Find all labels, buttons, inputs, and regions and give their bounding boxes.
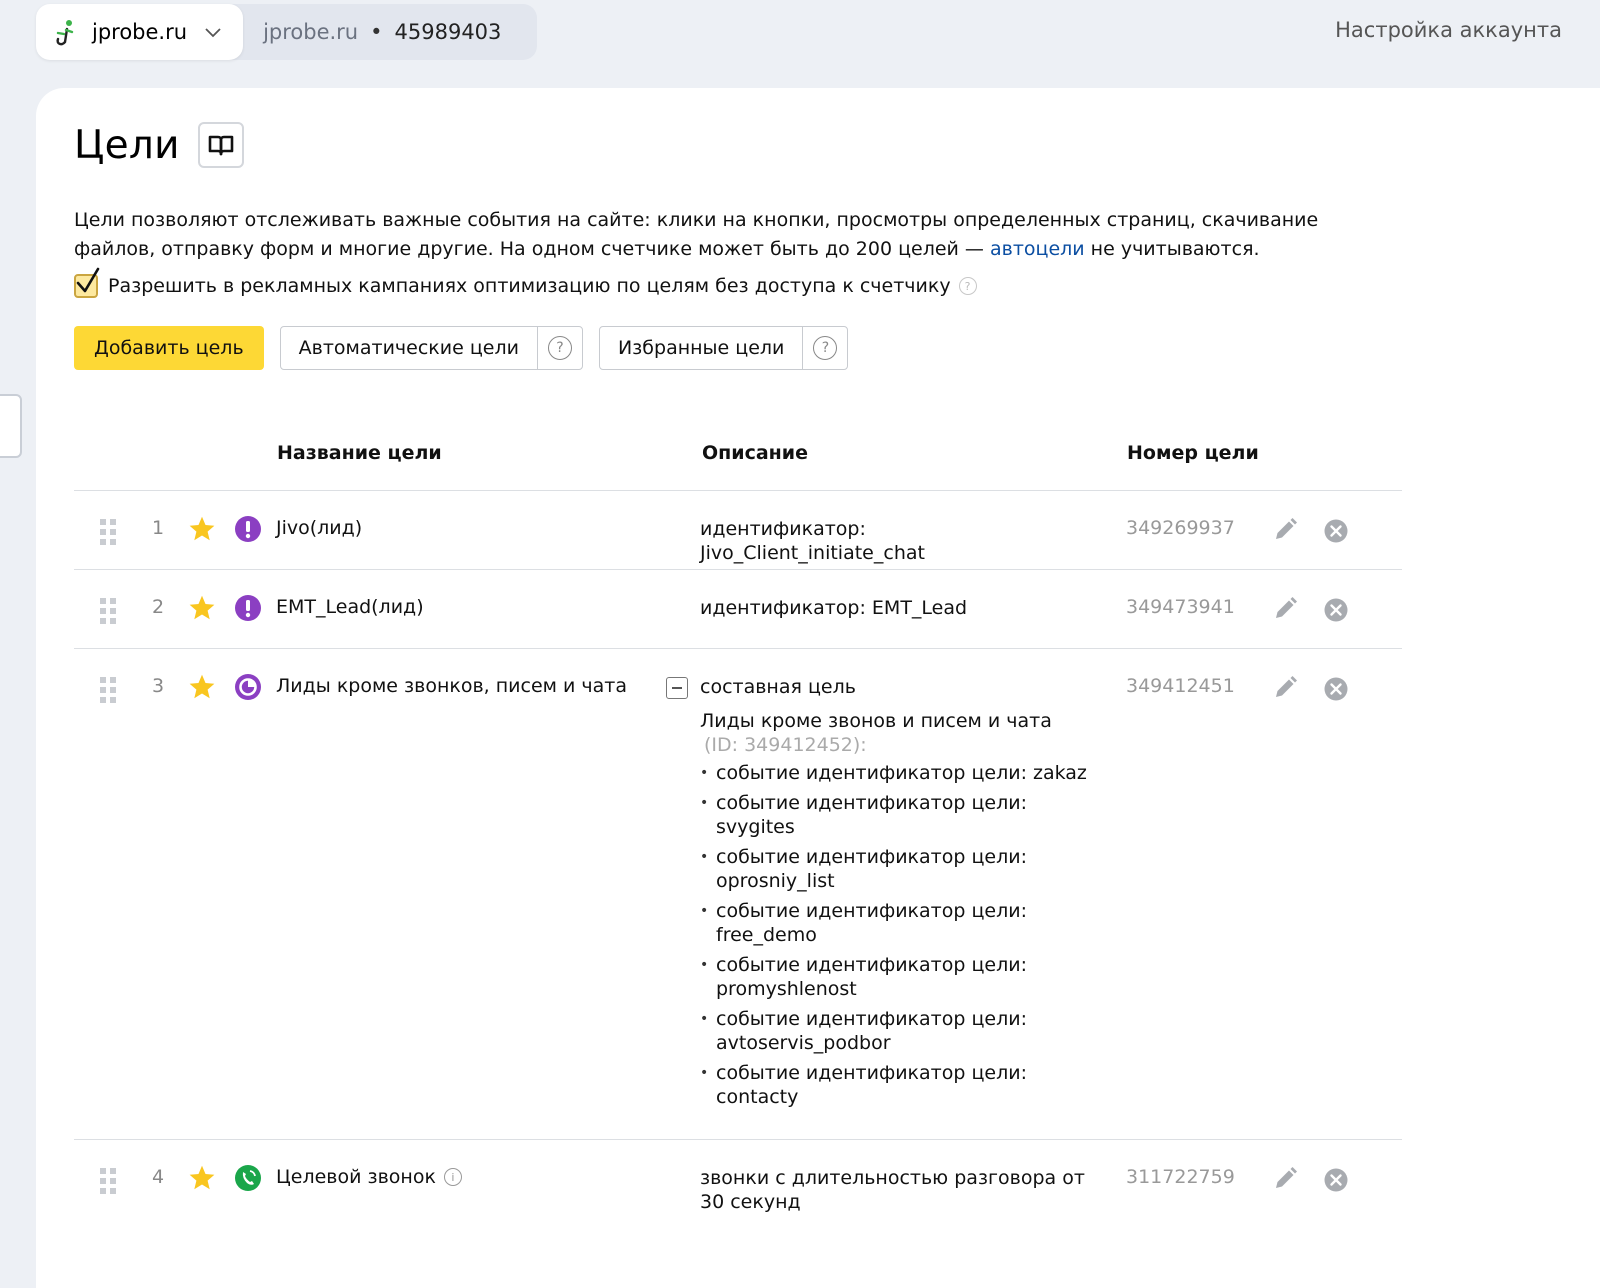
allow-optimization-row: Разрешить в рекламных кампаниях оптимиза…	[74, 267, 977, 298]
column-header-number: Номер цели	[1127, 442, 1259, 464]
goal-name: Лиды кроме звонков, писем и чата	[276, 675, 628, 697]
goal-description: идентификатор: EMT_Lead	[700, 597, 968, 619]
goal-name-wrapper: Целевой звонок i	[276, 1166, 462, 1188]
list-item: событие идентификатор цели: oprosniy_lis…	[700, 845, 1090, 893]
star-icon[interactable]	[188, 594, 216, 622]
goal-id: 349269937	[1126, 517, 1235, 539]
site-name: jprobe.ru	[92, 20, 188, 44]
star-icon[interactable]	[188, 1164, 216, 1192]
goal-number: 1	[152, 517, 165, 539]
list-item: событие идентификатор цели: svygites	[700, 791, 1090, 839]
composite-icon	[235, 674, 261, 700]
composite-step-id: (ID: 349412452):	[704, 734, 867, 756]
top-bar: jprobe.ru jprobe.ru • 45989403 Настройка…	[0, 0, 1600, 88]
composite-conditions: событие идентификатор цели: zakaz событи…	[700, 761, 1090, 1109]
goal-number: 4	[152, 1166, 165, 1188]
auto-goals-help-button[interactable]: ?	[536, 327, 582, 369]
add-goal-button[interactable]: Добавить цель	[74, 326, 264, 370]
auto-goals-button[interactable]: Автоматические цели	[281, 327, 537, 369]
delete-icon[interactable]	[1324, 677, 1348, 701]
pencil-icon[interactable]	[1272, 1166, 1298, 1192]
site-counter-switcher: jprobe.ru jprobe.ru • 45989403	[36, 4, 538, 60]
actions-row: Добавить цель Автоматические цели ? Избр…	[74, 326, 849, 370]
title-row: Цели	[74, 122, 244, 168]
side-panel-handle[interactable]	[0, 394, 22, 458]
goal-name: Jivo(лид)	[276, 517, 363, 539]
favorite-goals-group: Избранные цели ?	[598, 326, 849, 370]
pencil-icon[interactable]	[1272, 596, 1298, 622]
allow-optimization-checkbox[interactable]	[74, 267, 100, 298]
goal-description: идентификатор: Jivo_Client_initiate_chat	[700, 518, 925, 564]
delete-icon[interactable]	[1324, 519, 1348, 543]
auto-goals-group: Автоматические цели ?	[279, 326, 583, 370]
checkmark-icon	[76, 267, 100, 293]
drag-handle-icon[interactable]	[100, 519, 118, 545]
pencil-icon[interactable]	[1272, 675, 1298, 701]
goal-name: EMT_Lead(лид)	[276, 596, 424, 618]
list-item: событие идентификатор цели: contacty	[700, 1061, 1090, 1109]
counter-separator: •	[370, 20, 383, 44]
delete-icon[interactable]	[1324, 598, 1348, 622]
drag-handle-icon[interactable]	[100, 598, 118, 624]
counter-chip[interactable]: jprobe.ru • 45989403	[229, 4, 538, 60]
goal-number: 3	[152, 675, 165, 697]
intro-text-part-2: не учитываются.	[1084, 238, 1260, 260]
column-header-description: Описание	[702, 442, 809, 464]
collapse-toggle[interactable]	[666, 677, 688, 699]
minus-icon	[672, 687, 682, 689]
star-icon[interactable]	[188, 673, 216, 701]
site-selector[interactable]: jprobe.ru	[36, 4, 244, 60]
exclamation-icon	[235, 595, 261, 621]
star-icon[interactable]	[188, 515, 216, 543]
table-row: 2 EMT_Lead(лид) идентификатор: EMT_Lead …	[74, 570, 1402, 649]
goals-panel: Цели Цели позволяют отслеживать важные с…	[36, 88, 1600, 1288]
site-logo-icon	[56, 20, 74, 46]
drag-handle-icon[interactable]	[100, 1168, 118, 1194]
table-header: Название цели Описание Номер цели	[74, 426, 1402, 491]
question-icon: ?	[813, 336, 838, 360]
allow-optimization-label: Разрешить в рекламных кампаниях оптимиза…	[108, 275, 951, 297]
table-row: 4 Целевой звонок i звонки с длительность…	[74, 1140, 1402, 1240]
list-item: событие идентификатор цели: promyshlenos…	[700, 953, 1090, 1001]
column-header-name: Название цели	[277, 442, 442, 464]
counter-name: jprobe.ru	[263, 20, 359, 44]
goal-id: 349412451	[1126, 675, 1235, 697]
favorite-goals-help-button[interactable]: ?	[802, 327, 847, 369]
info-icon[interactable]: i	[443, 1168, 462, 1186]
goal-description: составная цель Лиды кроме звонов и писем…	[700, 675, 1090, 1115]
account-settings-link[interactable]: Настройка аккаунта	[1335, 18, 1562, 42]
composite-label: составная цель	[700, 676, 856, 698]
list-item: событие идентификатор цели: free_demo	[700, 899, 1090, 947]
goal-number: 2	[152, 596, 165, 618]
book-icon	[208, 135, 234, 156]
goal-id: 349473941	[1126, 596, 1235, 618]
delete-icon[interactable]	[1324, 1168, 1348, 1192]
favorite-goals-button[interactable]: Избранные цели	[600, 327, 802, 369]
goal-description: звонки с длительностью разговора от 30 с…	[700, 1167, 1085, 1213]
phone-icon	[235, 1165, 261, 1191]
autogoals-link[interactable]: автоцели	[990, 238, 1085, 260]
chevron-down-icon	[205, 28, 221, 38]
goals-table: Название цели Описание Номер цели 1 Jivo…	[74, 426, 1402, 1240]
question-icon: ?	[547, 336, 572, 360]
page-title: Цели	[74, 122, 180, 168]
list-item: событие идентификатор цели: avtoservis_p…	[700, 1007, 1090, 1055]
pencil-icon[interactable]	[1272, 517, 1298, 543]
goal-id: 311722759	[1126, 1166, 1235, 1188]
composite-step-title: Лиды кроме звонов и писем и чата	[700, 710, 1052, 732]
question-icon[interactable]: ?	[958, 277, 977, 295]
drag-handle-icon[interactable]	[100, 677, 118, 703]
table-row: 3 Лиды кроме звонков, писем и чата соста…	[74, 649, 1402, 1140]
list-item: событие идентификатор цели: zakaz	[700, 761, 1090, 785]
counter-id: 45989403	[394, 20, 502, 44]
table-row: 1 Jivo(лид) идентификатор: Jivo_Client_i…	[74, 491, 1402, 570]
goal-name: Целевой звонок	[276, 1166, 436, 1188]
help-book-button[interactable]	[197, 122, 244, 168]
exclamation-icon	[235, 516, 261, 542]
intro-text: Цели позволяют отслеживать важные событи…	[74, 206, 1374, 264]
